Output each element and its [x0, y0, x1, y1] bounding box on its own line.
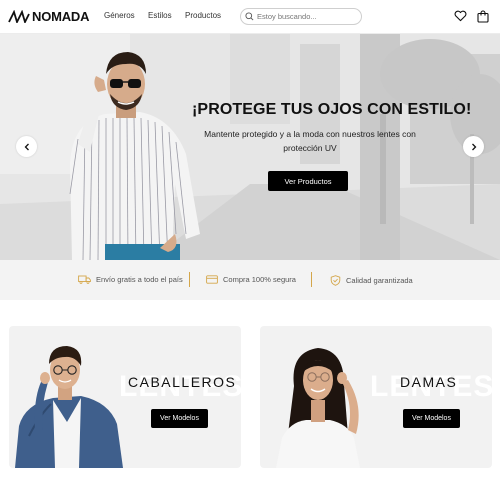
credit-card-icon [206, 275, 218, 284]
truck-icon [78, 275, 91, 284]
feature-quality-guarantee: Calidad garantizada [330, 275, 413, 286]
feature-secure-purchase: Compra 100% segura [206, 275, 296, 284]
site-header: NOMADA Géneros Estilos Productos [0, 0, 500, 34]
hero-subtitle: Mantente protegido y a la moda con nuest… [190, 127, 430, 155]
female-model-image [276, 348, 360, 468]
feature-label: Compra 100% segura [223, 275, 296, 284]
heart-icon[interactable] [454, 10, 467, 22]
nav-link-generos[interactable]: Géneros [104, 11, 135, 20]
carousel-next-button[interactable] [463, 136, 484, 157]
feature-divider [311, 272, 312, 287]
view-models-button[interactable]: Ver Modelos [403, 409, 460, 428]
features-strip: Envío gratis a todo el país Compra 100% … [0, 260, 500, 300]
chevron-right-icon [471, 143, 476, 150]
feature-free-shipping: Envío gratis a todo el país [78, 275, 183, 284]
shield-check-icon [330, 275, 341, 286]
nav-link-estilos[interactable]: Estilos [148, 11, 172, 20]
view-products-button[interactable]: Ver Productos [268, 171, 348, 191]
hero-title: ¡PROTEGE TUS OJOS CON ESTILO! [192, 101, 472, 118]
hero-subtitle-line-2: protección UV [283, 143, 337, 153]
view-models-button[interactable]: Ver Modelos [151, 409, 208, 428]
card-title: CABALLEROS [128, 374, 237, 390]
feature-divider [189, 272, 190, 287]
shopping-bag-icon[interactable] [477, 10, 489, 23]
card-title: DAMAS [400, 374, 458, 390]
carousel-prev-button[interactable] [16, 136, 37, 157]
brand-logo[interactable]: NOMADA [8, 9, 89, 24]
nav-link-productos[interactable]: Productos [185, 11, 221, 20]
search-box[interactable] [240, 8, 362, 25]
category-card-damas[interactable]: LENTES DAMAS Ver Modelos [260, 326, 492, 468]
search-icon [245, 12, 254, 21]
category-card-caballeros[interactable]: LENTES CABALLEROS Ver Modelos [9, 326, 241, 468]
male-model-image [15, 346, 123, 468]
logo-mark-icon [8, 10, 30, 23]
chevron-left-icon [24, 143, 29, 150]
brand-name: NOMADA [32, 9, 90, 24]
feature-label: Calidad garantizada [346, 276, 413, 285]
feature-label: Envío gratis a todo el país [96, 275, 183, 284]
search-input[interactable] [257, 12, 357, 21]
hero-banner: ¡PROTEGE TUS OJOS CON ESTILO! Mantente p… [0, 34, 500, 260]
hero-subtitle-line-1: Mantente protegido y a la moda con nuest… [204, 129, 416, 139]
